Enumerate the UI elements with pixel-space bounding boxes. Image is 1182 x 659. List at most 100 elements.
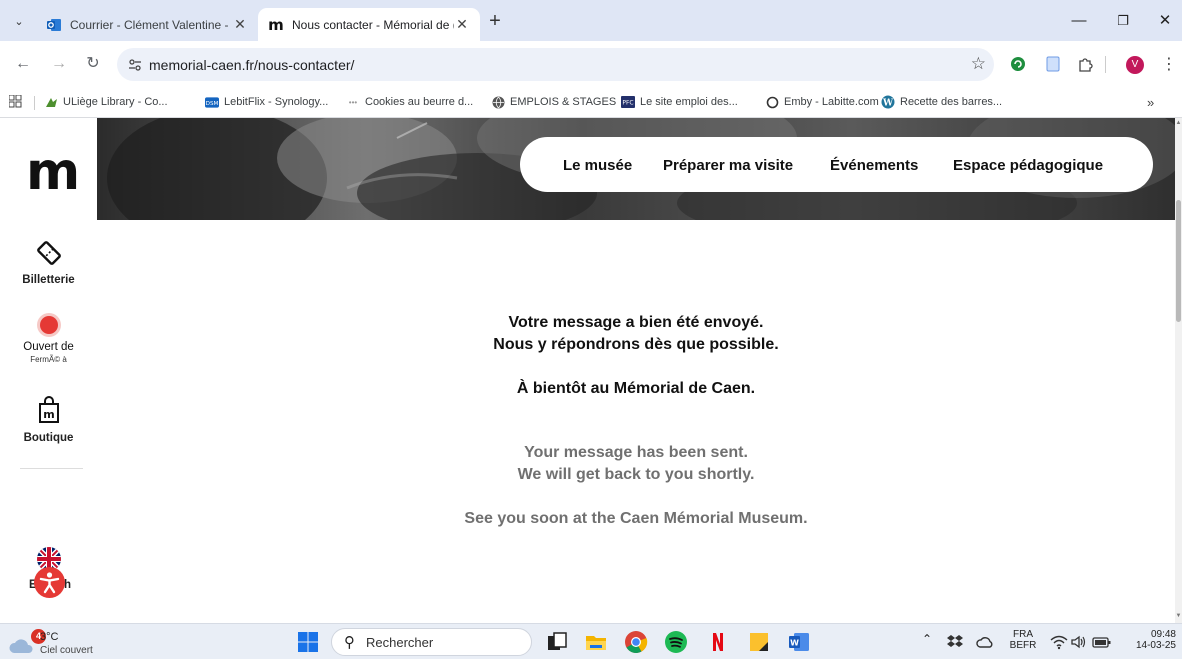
svg-text:m: m xyxy=(43,408,54,421)
outlook-icon xyxy=(46,17,62,33)
restore-icon[interactable]: ❐ xyxy=(1111,10,1135,32)
message-en-line2: We will get back to you shortly. xyxy=(517,466,755,483)
tab-outlook-mail[interactable]: Courrier - Clément Valentine - ( ✕ xyxy=(36,8,258,41)
keyboard-layout: BEFR xyxy=(1009,640,1037,651)
reload-icon[interactable]: ↻ xyxy=(83,54,103,74)
apps-grid-icon[interactable] xyxy=(9,95,22,108)
battery-icon[interactable] xyxy=(1092,634,1112,650)
input-language-indicator[interactable]: FRA BEFR xyxy=(1008,629,1038,651)
extension-green-icon[interactable] xyxy=(1009,55,1027,73)
status-sub: FermÃ© à xyxy=(30,355,67,364)
document-extension-icon[interactable] xyxy=(1044,55,1062,73)
page-scrollbar[interactable] xyxy=(1175,118,1182,623)
scroll-down-icon[interactable]: ▼ xyxy=(1175,613,1182,619)
windows-start-icon[interactable] xyxy=(296,630,320,654)
address-bar[interactable]: memorial-caen.fr/nous-contacter/ ☆ xyxy=(117,48,994,81)
profile-avatar[interactable]: V xyxy=(1126,56,1144,74)
tray-overflow-icon[interactable]: ⌃ xyxy=(922,633,932,645)
bookmark-label: Emby - Labitte.com xyxy=(784,96,879,108)
browser-menu-icon[interactable]: ⋮ xyxy=(1161,54,1177,74)
confirmation-message: Votre message a bien été envoyé. Nous y … xyxy=(97,220,1175,530)
onedrive-cloud-icon[interactable] xyxy=(976,633,994,651)
language-label-end: h xyxy=(64,579,72,591)
browser-toolbar: ← → ↻ memorial-caen.fr/nous-contacter/ ☆… xyxy=(0,41,1182,88)
minimize-icon[interactable]: — xyxy=(1067,10,1091,32)
weather-description: Ciel couvert xyxy=(40,645,93,656)
nav-le-musee[interactable]: Le musée xyxy=(563,157,632,174)
message-fr-line2: Nous y répondrons dès que possible. xyxy=(493,336,779,353)
scrollbar-thumb[interactable] xyxy=(1176,200,1181,322)
accessibility-icon[interactable] xyxy=(34,567,65,598)
shopping-bag-icon: m xyxy=(0,396,97,426)
task-view-icon[interactable] xyxy=(545,630,569,654)
word-icon[interactable]: W xyxy=(787,630,811,654)
bookmark-lebitflix[interactable]: DSM LebitFlix - Synology... xyxy=(205,95,328,109)
svg-text:PFC: PFC xyxy=(622,100,633,107)
language-switch[interactable]: E h xyxy=(0,546,97,602)
nav-evenements[interactable]: Événements xyxy=(830,157,918,174)
bookmark-site-emploi[interactable]: PFC Le site emploi des... xyxy=(621,95,738,109)
bookmarks-overflow-icon[interactable]: » xyxy=(1147,95,1154,110)
bookmark-label: ULiège Library - Co... xyxy=(63,96,168,108)
scroll-up-icon[interactable]: ▲ xyxy=(1175,120,1182,126)
tab-close-icon[interactable]: ✕ xyxy=(454,16,470,33)
wordpress-icon: W xyxy=(881,95,895,109)
dsm-icon: DSM xyxy=(205,95,219,109)
bookmark-star-icon[interactable]: ☆ xyxy=(971,54,986,74)
shop-link[interactable]: m Boutique xyxy=(0,396,97,444)
message-en-line3: See you soon at the Caen Mémorial Museum… xyxy=(464,510,808,527)
search-placeholder: Rechercher xyxy=(366,635,434,650)
taskbar-search[interactable]: ⚲ Rechercher xyxy=(331,628,532,656)
search-icon: ⚲ xyxy=(344,634,355,651)
nav-espace-pedagogique[interactable]: Espace pédagogique xyxy=(953,157,1103,174)
netflix-icon[interactable] xyxy=(706,630,730,654)
ticketing-link[interactable]: Billetterie xyxy=(0,236,97,286)
nav-preparer-visite[interactable]: Préparer ma visite xyxy=(663,157,793,174)
weather-temperature: 3°C xyxy=(40,631,59,643)
url-text: memorial-caen.fr/nous-contacter/ xyxy=(149,57,355,73)
memorial-favicon-icon: m xyxy=(268,15,284,34)
spotify-icon[interactable] xyxy=(664,630,688,654)
svg-text:W: W xyxy=(882,98,894,108)
globe-icon xyxy=(491,95,505,109)
volume-icon[interactable] xyxy=(1070,634,1088,650)
new-tab-icon[interactable]: + xyxy=(486,11,504,31)
tab-search-chevron-icon[interactable]: ⌄ xyxy=(9,12,29,32)
clock[interactable]: 09:48 14-03-25 xyxy=(1120,629,1176,651)
bookmark-cookies[interactable]: ••• Cookies au beurre d... xyxy=(346,95,473,109)
page-viewport: m Billetterie Ouvert de FermÃ© à m Bouti… xyxy=(0,118,1182,623)
tab-memorial-contact[interactable]: m Nous contacter - Mémorial de ( ✕ xyxy=(258,8,480,41)
bookmark-label: EMPLOIS & STAGES xyxy=(510,96,617,108)
back-icon[interactable]: ← xyxy=(13,54,33,74)
bookmark-label: Le site emploi des... xyxy=(640,96,738,108)
tab-close-icon[interactable]: ✕ xyxy=(232,16,248,33)
language-code: FRA xyxy=(1013,629,1033,640)
site-settings-icon[interactable] xyxy=(127,57,143,73)
bookmark-emby[interactable]: Emby - Labitte.com xyxy=(765,95,879,109)
bookmark-recette[interactable]: W Recette des barres... xyxy=(881,95,1002,109)
status-label: Ouvert de xyxy=(23,341,74,353)
chrome-icon[interactable] xyxy=(624,630,648,654)
message-fr-line1: Votre message a bien été envoyé. xyxy=(508,314,764,331)
file-explorer-icon[interactable] xyxy=(584,630,608,654)
window-close-icon[interactable]: ✕ xyxy=(1153,10,1177,32)
status-dot-icon xyxy=(0,312,97,338)
bookmark-label: Cookies au beurre d... xyxy=(365,96,474,108)
dropbox-icon[interactable] xyxy=(946,633,964,651)
emby-icon xyxy=(765,95,779,109)
hero-banner-image: Le musée Préparer ma visite Événements E… xyxy=(97,118,1175,220)
tab-strip: ⌄ Courrier - Clément Valentine - ( ✕ m N… xyxy=(0,0,1182,41)
svg-text:DSM: DSM xyxy=(206,100,219,106)
sticky-notes-icon[interactable] xyxy=(747,630,771,654)
extensions-puzzle-icon[interactable] xyxy=(1076,55,1094,73)
clock-date: 14-03-25 xyxy=(1135,640,1176,651)
bookmarks-bar: ULiège Library - Co... DSM LebitFlix - S… xyxy=(0,88,1182,118)
wifi-icon[interactable] xyxy=(1050,634,1068,650)
forward-icon[interactable]: → xyxy=(49,54,69,74)
bookmarks-divider xyxy=(34,96,35,110)
weather-widget[interactable]: 4 3°C Ciel couvert xyxy=(6,628,126,658)
memorial-logo[interactable]: m xyxy=(26,146,80,198)
bookmark-emplois[interactable]: EMPLOIS & STAGES xyxy=(491,95,616,109)
bookmark-uliege[interactable]: ULiège Library - Co... xyxy=(44,95,168,109)
toolbar-divider xyxy=(1105,56,1106,73)
